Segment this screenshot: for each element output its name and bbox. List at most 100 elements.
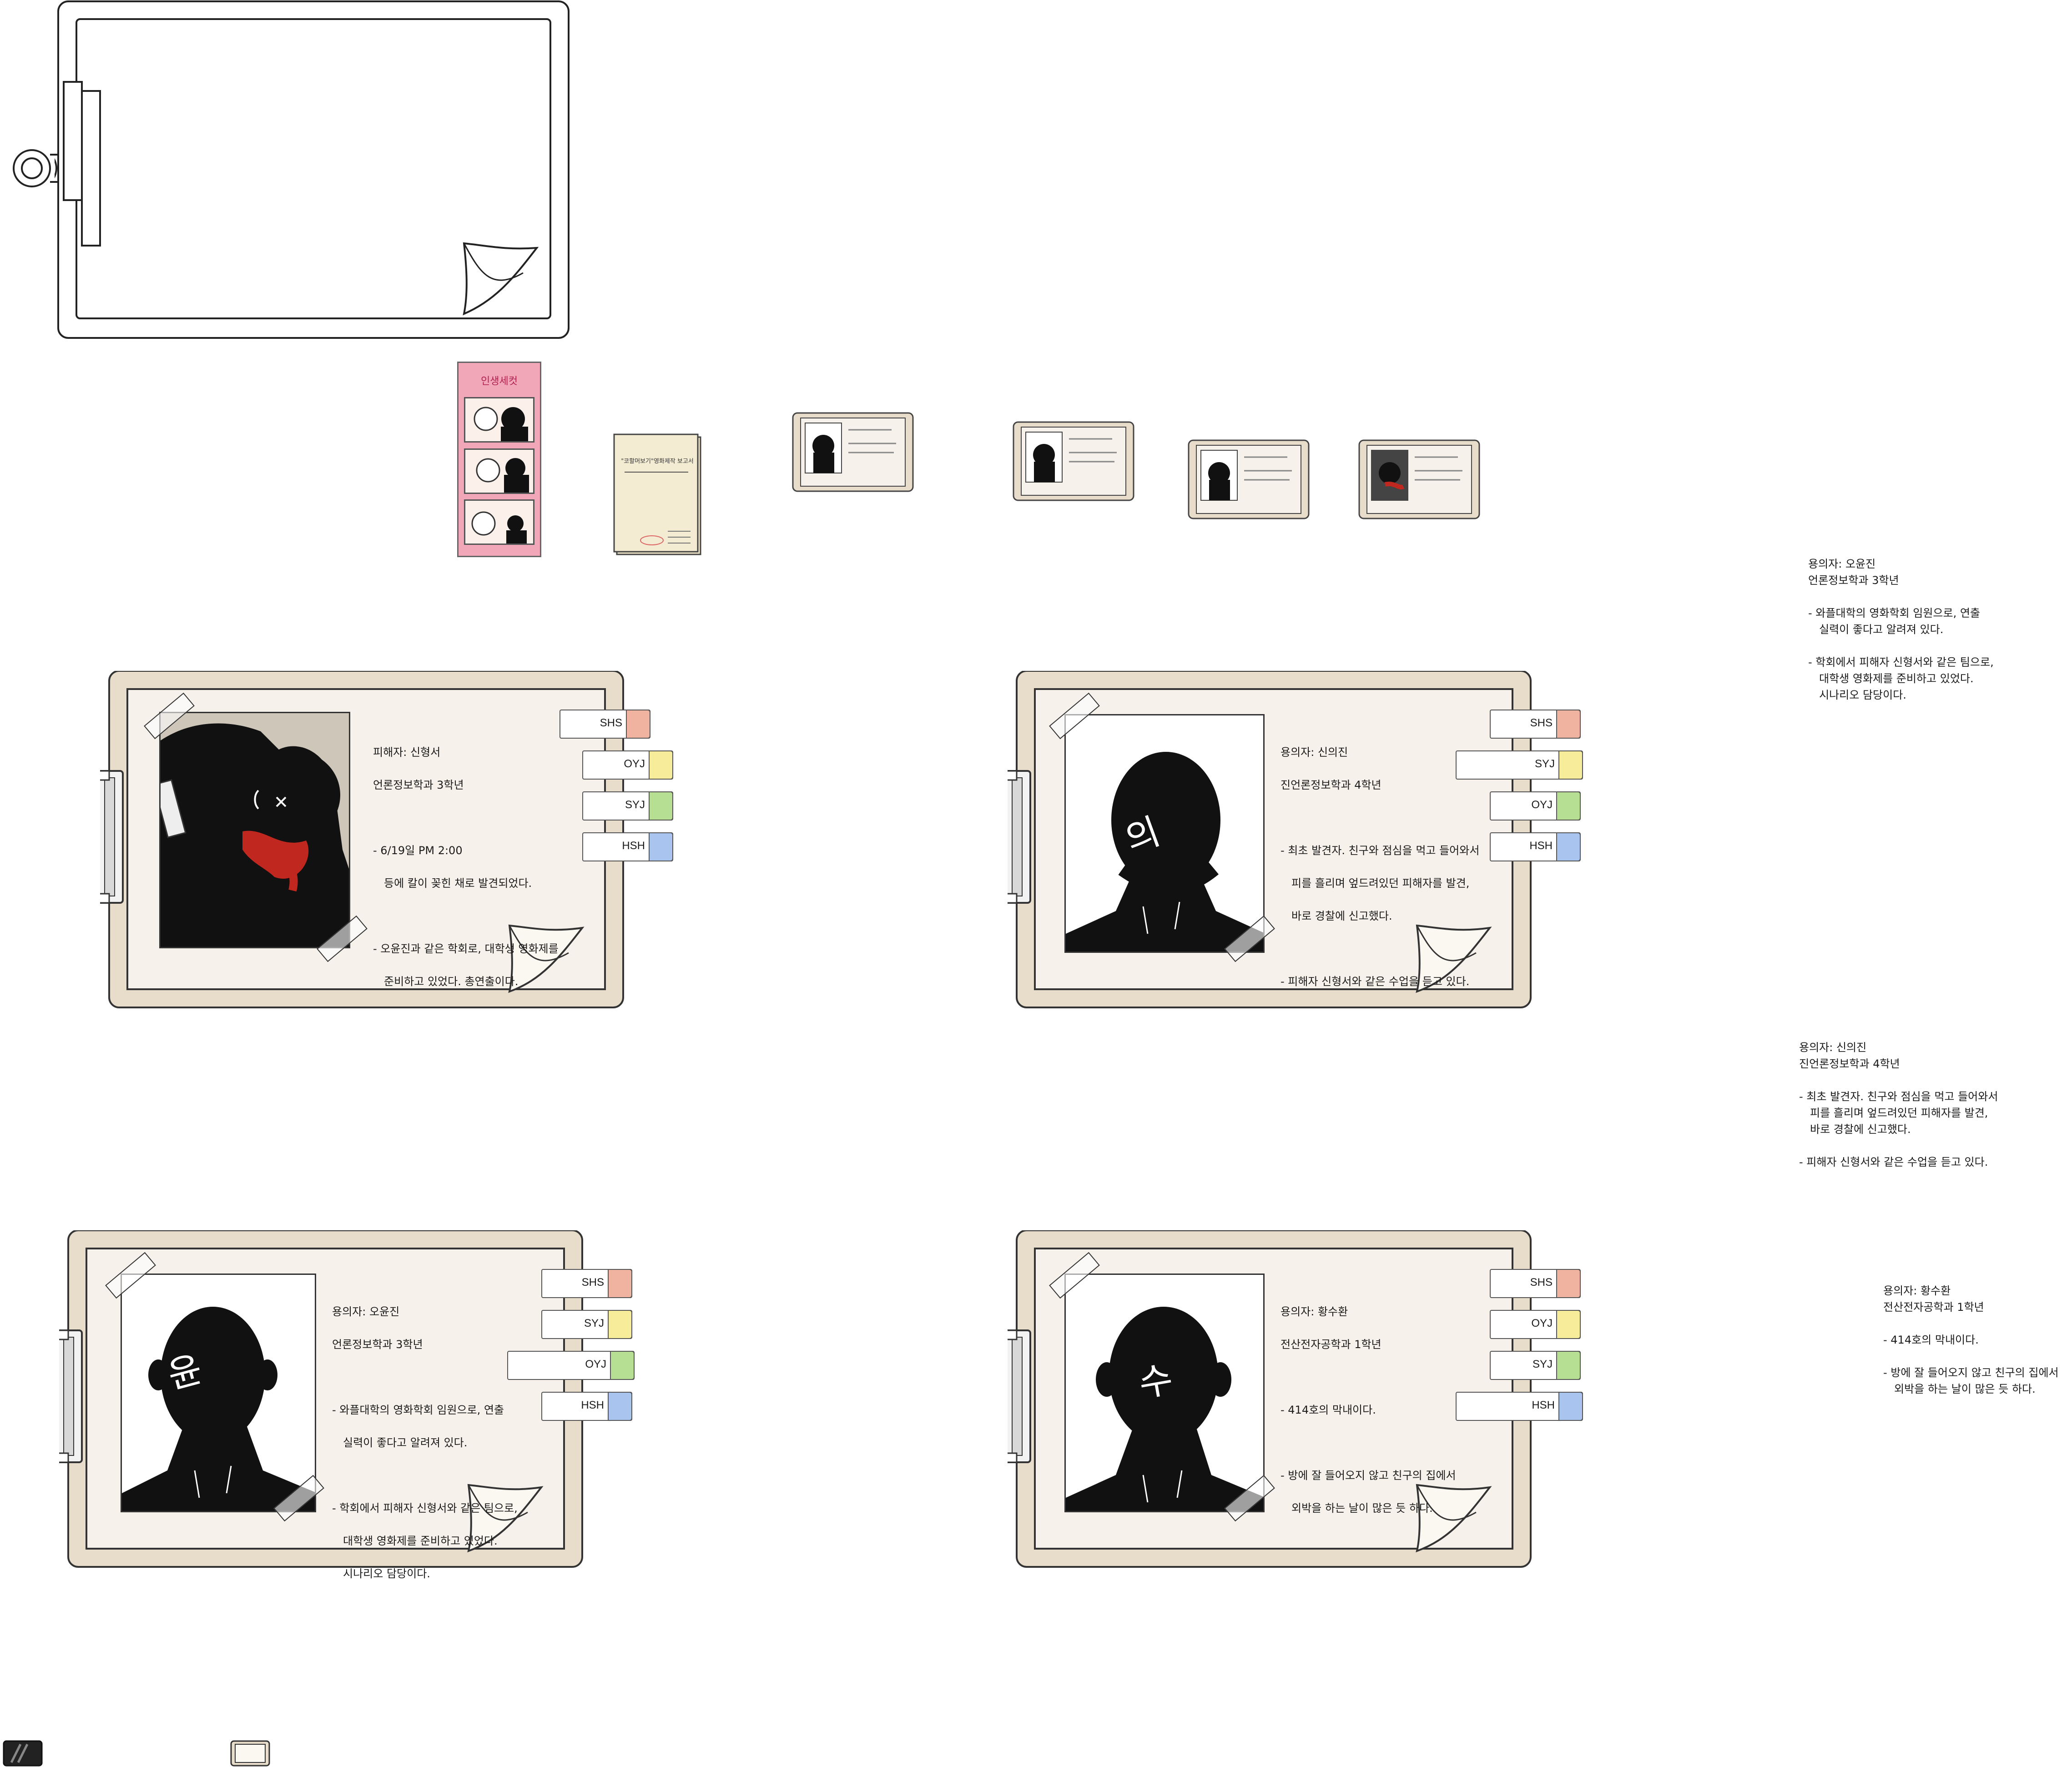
tab-hsh[interactable]: HSH — [1456, 1392, 1583, 1421]
note-hsh-name: 용의자: 황수환 — [1883, 1284, 1951, 1297]
note-syj-name: 용의자: 신의진 — [1799, 1041, 1867, 1054]
syj-portrait: 의 — [1064, 714, 1265, 953]
tab-syj[interactable]: SYJ — [582, 791, 673, 821]
hsh-p2b: 외박을 하는 날이 많은 듯 하다. — [1291, 1502, 1433, 1515]
note-oyj-p2a: - 학회에서 피해자 신형서와 같은 팀으로, — [1808, 656, 1994, 669]
light-card-icon[interactable] — [230, 1740, 271, 1767]
mini-card-victim[interactable] — [1358, 439, 1481, 521]
oyj-p1a: - 와플대학의 영화학회 임원으로, 연출 — [332, 1404, 504, 1416]
victim-dept: 언론정보학과 3학년 — [373, 779, 464, 791]
oyj-p2b: 대학생 영화제를 준비하고 있었다. — [343, 1535, 498, 1547]
note-hsh-p2a: - 방에 잘 들어오지 않고 친구의 집에서 — [1883, 1366, 2059, 1379]
note-oyj-p2c: 시나리오 담당이다. — [1819, 689, 1906, 701]
victim-p2b: 준비하고 있었다. 총연출이다. — [384, 975, 519, 988]
note-oyj-p1b: 실력이 좋다고 알려져 있다. — [1819, 623, 1944, 636]
tab-shs[interactable]: SHS — [1490, 1269, 1581, 1298]
note-syj-p1c: 바로 경찰에 신고했다. — [1810, 1123, 1911, 1136]
photostrip-frame-2 — [464, 448, 534, 494]
note-oyj-p2b: 대학생 영화제를 준비하고 있었다. — [1819, 672, 1974, 685]
syj-dept: 진언론정보학과 4학년 — [1281, 779, 1381, 791]
note-oyj-dept: 언론정보학과 3학년 — [1808, 574, 1899, 587]
empty-clipboard — [55, 0, 573, 341]
case-card-oyj: 윤 용의자: 오윤진 언론정보학과 3학년 - 와플대학의 영화학회 임원으로,… — [59, 1230, 635, 1580]
mini-card-syj[interactable] — [1012, 421, 1135, 503]
tab-oyj[interactable]: OYJ — [1490, 1310, 1581, 1339]
tab-syj[interactable]: SYJ — [1456, 750, 1583, 780]
syj-p1c: 바로 경찰에 신고했다. — [1291, 910, 1392, 922]
note-hsh-dept: 전산전자공학과 1학년 — [1883, 1301, 1984, 1314]
syj-info: 용의자: 신의진 진언론정보학과 4학년 - 최초 발견자. 친구와 점심을 먹… — [1281, 728, 1479, 1006]
hsh-p2a: - 방에 잘 들어오지 않고 친구의 집에서 — [1281, 1469, 1456, 1482]
tab-syj-label: SYJ — [1532, 1358, 1553, 1370]
tab-oyj-label: OYJ — [624, 758, 645, 770]
note-hsh-p1a: - 414호의 막내이다. — [1883, 1334, 1979, 1346]
tab-hsh-label: HSH — [1529, 840, 1553, 852]
note-syj: 용의자: 신의진 진언론정보학과 4학년 - 최초 발견자. 친구와 점심을 먹… — [1799, 1039, 1998, 1170]
photostrip-thumbnail[interactable]: 인생세컷 — [457, 362, 541, 557]
oyj-portrait: 윤 — [121, 1274, 316, 1512]
note-oyj-p1a: - 와플대학의 영화학회 임원으로, 연출 — [1808, 607, 1981, 619]
photostrip-frame-3 — [464, 499, 534, 545]
tab-oyj-label: OYJ — [1531, 1317, 1553, 1329]
oyj-p2a: - 학회에서 피해자 신형서와 같은 팀으로, — [332, 1502, 518, 1515]
tab-shs[interactable]: SHS — [541, 1269, 632, 1298]
tab-shs[interactable]: SHS — [1490, 710, 1581, 739]
syj-p2a: - 피해자 신형서와 같은 수업을 듣고 있다. — [1281, 975, 1470, 988]
tab-hsh[interactable]: HSH — [1490, 832, 1581, 861]
tab-shs[interactable]: SHS — [560, 710, 650, 739]
tab-syj-label: SYJ — [1534, 758, 1555, 770]
note-syj-dept: 진언론정보학과 4학년 — [1799, 1057, 1900, 1070]
tab-syj-label: SYJ — [584, 1317, 604, 1329]
case-card-hsh: 수 용의자: 황수환 전산전자공학과 1학년 - 414호의 막내이다. - 방… — [1008, 1230, 1583, 1576]
note-syj-p1a: - 최초 발견자. 친구와 점심을 먹고 들어와서 — [1799, 1090, 1998, 1103]
tab-oyj-label: OYJ — [1531, 799, 1553, 811]
tab-oyj-label: OYJ — [585, 1358, 606, 1370]
mini-card-oyj[interactable] — [1187, 439, 1310, 521]
case-card-victim: 피해자: 신형서 언론정보학과 3학년 - 6/19일 PM 2:00 등에 칼… — [100, 671, 673, 1017]
case-card-syj: 의 용의자: 신의진 진언론정보학과 4학년 - 최초 발견자. 친구와 점심을… — [1008, 671, 1583, 1017]
syj-name: 용의자: 신의진 — [1281, 746, 1348, 759]
note-oyj-name: 용의자: 오윤진 — [1808, 558, 1876, 570]
tab-oyj[interactable]: OYJ — [1490, 791, 1581, 821]
hsh-info: 용의자: 황수환 전산전자공학과 1학년 - 414호의 막내이다. - 방에 … — [1281, 1287, 1456, 1533]
victim-p1b: 등에 칼이 꽂힌 채로 발견되었다. — [384, 877, 532, 890]
tab-hsh-label: HSH — [622, 840, 645, 852]
oyj-dept: 언론정보학과 3학년 — [332, 1338, 423, 1351]
tab-syj[interactable]: SYJ — [541, 1310, 632, 1339]
clip-hinge-icon — [9, 136, 59, 200]
photostrip-title: 인생세컷 — [481, 376, 518, 387]
hsh-p1a: - 414호의 막내이다. — [1281, 1404, 1376, 1416]
mini-card-hsh[interactable] — [791, 412, 914, 493]
report-thumbnail[interactable]: "코할머보기"영화제작 보고서 — [613, 433, 704, 556]
tab-oyj[interactable]: OYJ — [507, 1351, 635, 1380]
note-oyj: 용의자: 오윤진 언론정보학과 3학년 - 와플대학의 영화학회 임원으로, 연… — [1808, 556, 1994, 703]
tab-syj-label: SYJ — [625, 799, 645, 811]
tab-shs-label: SHS — [1530, 1276, 1553, 1289]
tab-syj[interactable]: SYJ — [1490, 1351, 1581, 1380]
oyj-info: 용의자: 오윤진 언론정보학과 3학년 - 와플대학의 영화학회 임원으로, 연… — [332, 1287, 518, 1598]
note-syj-p1b: 피를 흘리며 엎드려있던 피해자를 발견, — [1810, 1107, 1988, 1119]
victim-name: 피해자: 신형서 — [373, 746, 441, 759]
tab-hsh[interactable]: HSH — [582, 832, 673, 861]
oyj-name: 용의자: 오윤진 — [332, 1305, 400, 1318]
tab-shs-label: SHS — [1530, 717, 1553, 729]
dark-card-icon[interactable] — [2, 1740, 43, 1767]
tab-shs-label: SHS — [581, 1276, 604, 1289]
note-syj-p2a: - 피해자 신형서와 같은 수업을 듣고 있다. — [1799, 1156, 1988, 1168]
note-hsh: 용의자: 황수환 전산전자공학과 1학년 - 414호의 막내이다. - 방에 … — [1883, 1283, 2059, 1397]
report-title: "코할머보기"영화제작 보고서 — [621, 458, 694, 465]
victim-info: 피해자: 신형서 언론정보학과 3학년 - 6/19일 PM 2:00 등에 칼… — [373, 728, 559, 1006]
tab-oyj[interactable]: OYJ — [582, 750, 673, 780]
tab-hsh-label: HSH — [1532, 1399, 1555, 1411]
note-hsh-p2b: 외박을 하는 날이 많은 듯 하다. — [1894, 1383, 2036, 1395]
photostrip-frame-1 — [464, 397, 534, 443]
tab-hsh[interactable]: HSH — [541, 1392, 632, 1421]
victim-p1a: - 6/19일 PM 2:00 — [373, 844, 463, 857]
oyj-p1b: 실력이 좋다고 알려져 있다. — [343, 1436, 468, 1449]
hsh-portrait: 수 — [1064, 1274, 1265, 1512]
syj-p1b: 피를 흘리며 엎드려있던 피해자를 발견, — [1291, 877, 1470, 890]
hsh-name: 용의자: 황수환 — [1281, 1305, 1348, 1318]
tab-shs-label: SHS — [600, 717, 622, 729]
victim-p2a: - 오윤진과 같은 학회로, 대학생 영화제를 — [373, 942, 559, 955]
hsh-dept: 전산전자공학과 1학년 — [1281, 1338, 1381, 1351]
